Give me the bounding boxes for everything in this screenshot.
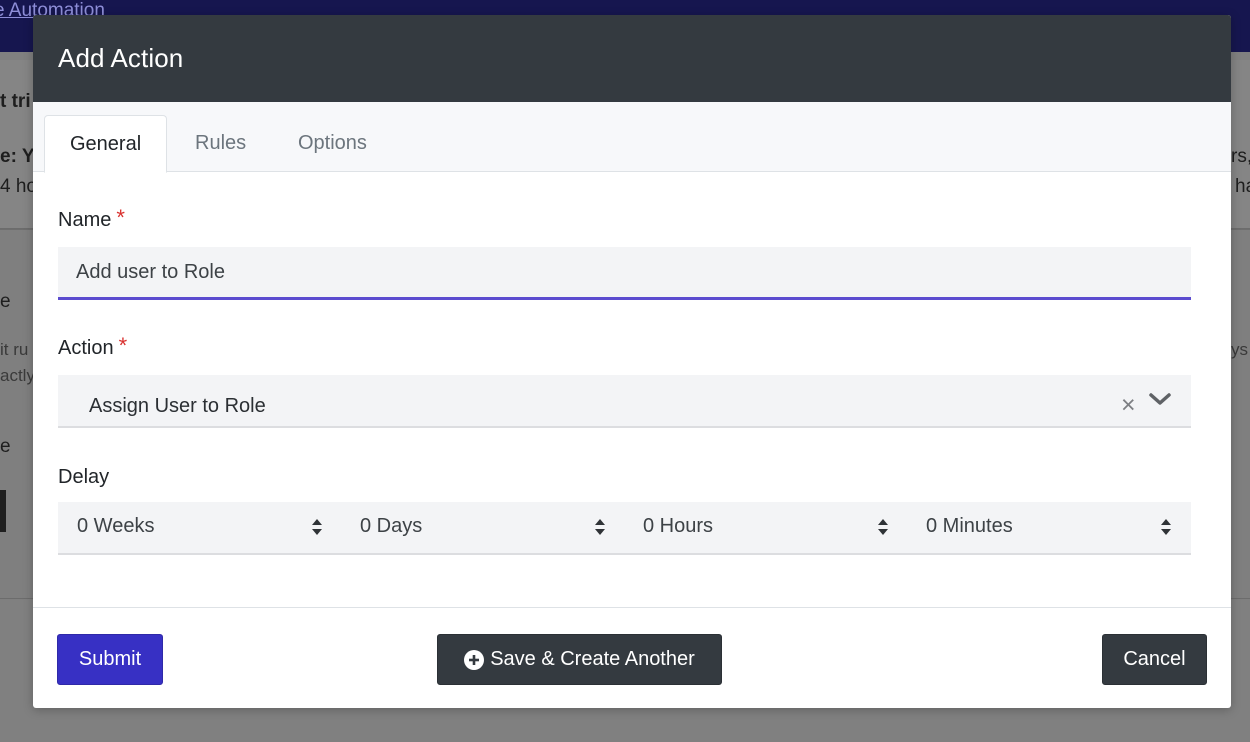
sort-icon — [878, 519, 888, 535]
submit-button[interactable]: Submit — [57, 634, 163, 685]
close-icon[interactable]: × — [1121, 392, 1136, 418]
background-text: e: Y — [0, 146, 35, 167]
delay-hours-select[interactable]: 0 Hours — [624, 502, 907, 553]
background-text: ys — [1231, 340, 1248, 359]
background-text: rs, — [1231, 146, 1250, 167]
delay-days-select[interactable]: 0 Days — [341, 502, 624, 553]
plus-circle-icon — [464, 649, 485, 670]
form-body: Name * Action * Assign User to Role × De… — [33, 205, 1231, 555]
save-and-create-another-button[interactable]: Save & Create Another — [437, 634, 722, 685]
name-label: Name * — [58, 205, 1191, 232]
background-text: e — [0, 291, 11, 312]
tab-rules[interactable]: Rules — [170, 115, 271, 172]
tab-options[interactable]: Options — [273, 115, 392, 172]
delay-selects: 0 Weeks 0 Days 0 Hours 0 Minutes — [58, 502, 1191, 555]
delay-weeks-select[interactable]: 0 Weeks — [58, 502, 341, 553]
modal-footer: Submit Save & Create Another Cancel — [33, 607, 1231, 708]
sort-icon — [312, 519, 322, 535]
add-action-modal: Add Action General Rules Options Name * … — [33, 15, 1231, 708]
name-label-text: Name — [58, 209, 112, 231]
background-button — [0, 490, 6, 532]
action-label: Action * — [58, 333, 1191, 360]
action-label-text: Action — [58, 337, 114, 359]
delay-minutes-value: 0 Minutes — [926, 515, 1013, 537]
delay-weeks-value: 0 Weeks — [77, 515, 155, 537]
modal-header: Add Action — [33, 15, 1231, 102]
delay-minutes-select[interactable]: 0 Minutes — [907, 502, 1190, 553]
background-text: actly — [0, 366, 35, 385]
delay-days-value: 0 Days — [360, 515, 423, 537]
sort-icon — [595, 519, 605, 535]
background-text: e — [0, 436, 11, 457]
action-selected-value: Assign User to Role — [89, 395, 266, 417]
chevron-down-icon[interactable] — [1148, 390, 1172, 408]
background-text: t tri — [0, 91, 31, 112]
save-and-create-another-label: Save & Create Another — [490, 648, 695, 670]
delay-label: Delay — [58, 466, 1191, 489]
cancel-button[interactable]: Cancel — [1102, 634, 1207, 685]
sort-icon — [1161, 519, 1171, 535]
delay-label-text: Delay — [58, 466, 110, 488]
tab-bar: General Rules Options — [33, 102, 1231, 173]
background-text: ha — [1235, 176, 1250, 197]
name-input[interactable] — [58, 247, 1191, 300]
background-text: it ru — [0, 340, 29, 359]
background-text: 4 ho — [0, 176, 37, 197]
delay-hours-value: 0 Hours — [643, 515, 714, 537]
required-asterisk: * — [118, 333, 128, 358]
action-select[interactable]: Assign User to Role × — [58, 375, 1191, 428]
modal-title: Add Action — [58, 43, 184, 73]
required-asterisk: * — [116, 205, 125, 230]
tab-general[interactable]: General — [44, 115, 168, 173]
